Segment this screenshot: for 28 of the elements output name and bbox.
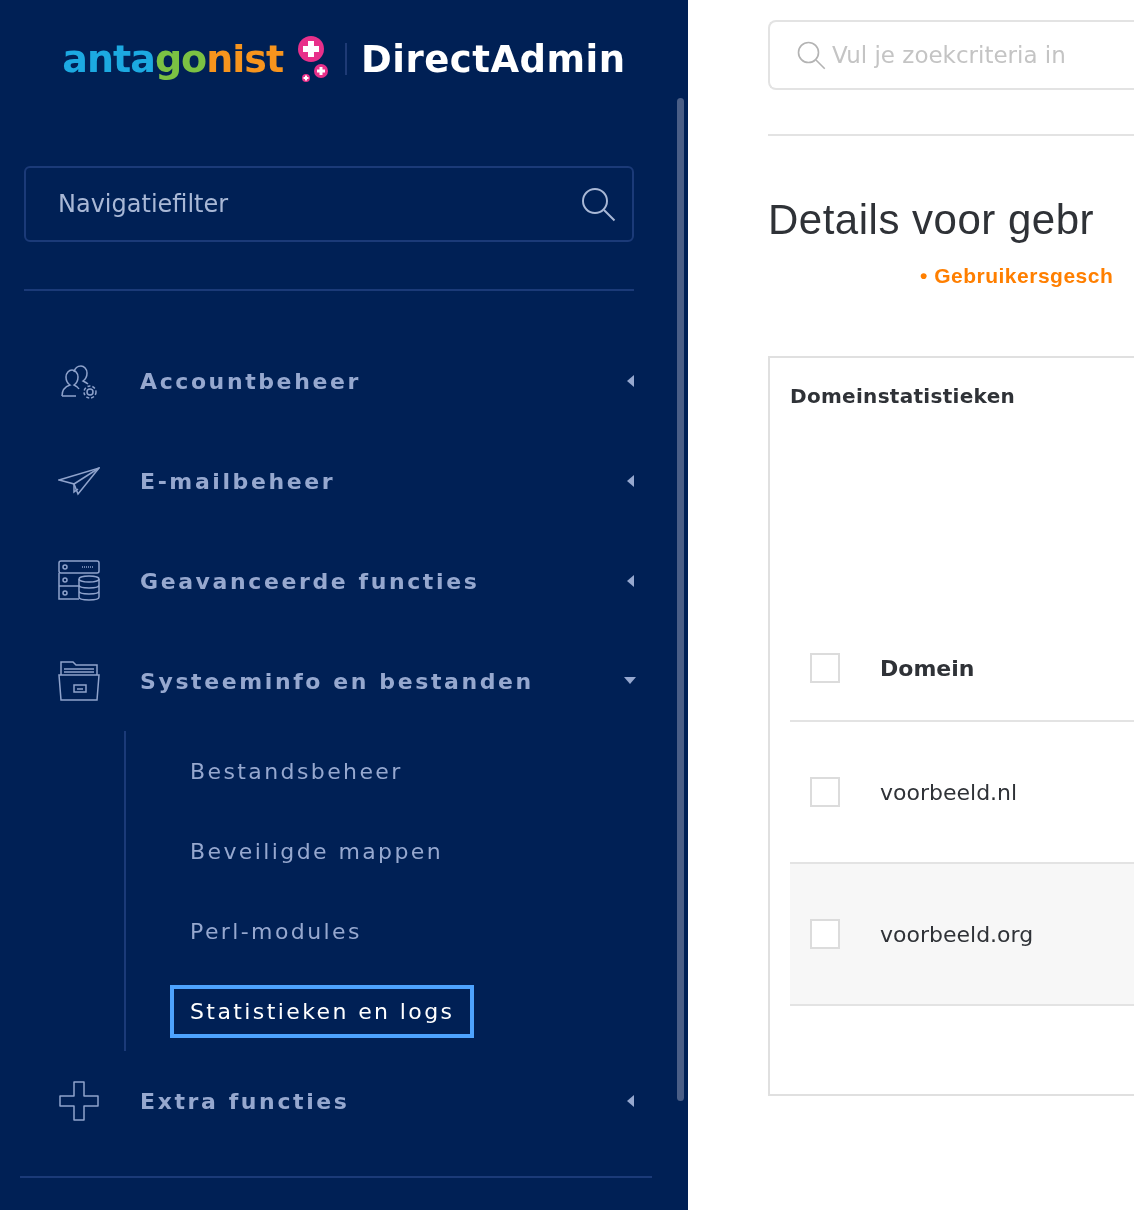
nav-item[interactable]: E-mailbeheer xyxy=(0,431,688,531)
plus-icon xyxy=(58,1080,100,1122)
submenu-link[interactable]: Statistieken en logs xyxy=(170,984,475,1038)
file-cabinet-icon xyxy=(58,661,100,701)
paper-plane-icon xyxy=(58,466,100,496)
card-title: Domeinstatistieken xyxy=(790,384,1017,408)
nav-item[interactable]: Systeeminfo en bestanden xyxy=(0,631,688,731)
nav-item[interactable]: Extra functies xyxy=(0,1051,688,1151)
search-icon xyxy=(580,186,616,222)
nav-item[interactable]: Geavanceerde functies xyxy=(0,531,688,631)
column-header[interactable]: Domein xyxy=(880,655,975,681)
submenu-link[interactable]: Beveiligde mappen xyxy=(170,824,464,878)
product-logo: DirectAdmin xyxy=(361,37,626,81)
navigation-filter-field[interactable]: Navigatiefilter xyxy=(24,166,634,242)
page-title: Details voor gebr xyxy=(768,196,1095,244)
table-cell: voorbeeld.org xyxy=(880,921,1034,947)
search-field[interactable]: Vul je zoekcriteria in xyxy=(768,20,1134,90)
server-database-icon xyxy=(58,560,100,602)
checkbox[interactable] xyxy=(810,919,840,949)
scrollbar[interactable] xyxy=(677,98,684,1101)
table-cell: voorbeeld.nl xyxy=(880,779,1018,805)
brand-logo: antagonist xyxy=(62,37,284,81)
search-icon xyxy=(796,40,826,70)
submenu-link[interactable]: Perl-modules xyxy=(170,904,382,958)
nav-item[interactable]: Accountbeheer xyxy=(0,331,688,431)
submenu-link[interactable]: Bestandsbeheer xyxy=(170,744,423,798)
checkbox[interactable] xyxy=(810,653,840,683)
checkbox[interactable] xyxy=(810,777,840,807)
